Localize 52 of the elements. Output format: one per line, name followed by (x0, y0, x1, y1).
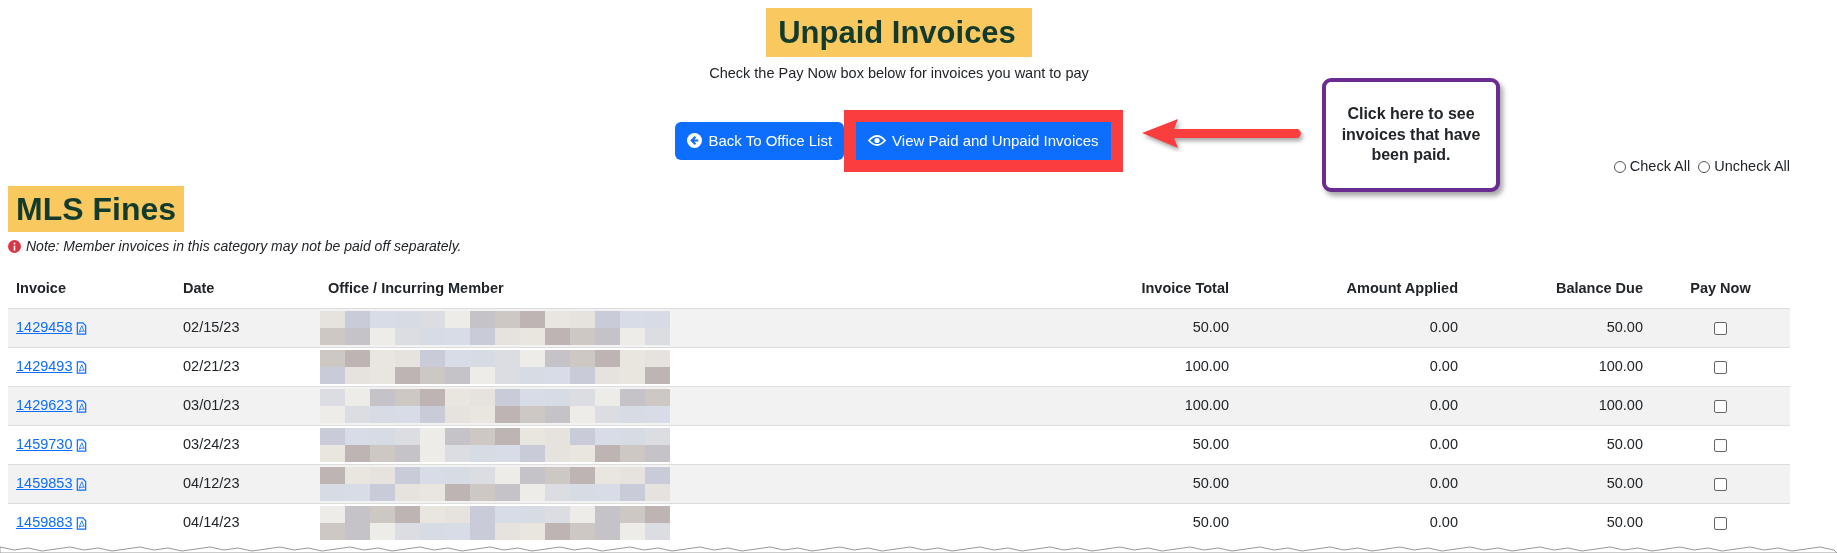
section-heading: MLS Fines (8, 185, 184, 233)
invoice-link[interactable]: 1429458 (16, 318, 73, 335)
invoice-link[interactable]: 1459883 (16, 514, 73, 531)
table-cell: 04/12/23 (175, 464, 320, 504)
instruction-text: Check the Pay Now box below for invoices you want to pay (709, 64, 1089, 84)
uncheck-all-radio[interactable]: Uncheck All (1698, 156, 1790, 178)
view-invoices-button[interactable]: View Paid and Unpaid Invoices (856, 121, 1111, 161)
check-all-radio[interactable]: Check All (1613, 156, 1691, 178)
column-header: Date (175, 270, 320, 309)
pay-now-checkbox[interactable] (1714, 516, 1727, 530)
pdf-icon[interactable] (76, 360, 88, 374)
column-header: Invoice (8, 270, 175, 309)
page-title: Unpaid Invoices (766, 8, 1032, 58)
table-cell: 03/01/23 (175, 386, 320, 426)
table-cell: 50.00 (1466, 503, 1651, 543)
pdf-icon[interactable] (76, 321, 88, 335)
column-header: Pay Now (1651, 270, 1790, 309)
table-cell: 50.00 (1000, 308, 1237, 348)
pay-now-checkbox[interactable] (1714, 360, 1727, 374)
back-button[interactable]: Back To Office List (675, 121, 845, 161)
table-cell: 0.00 (1237, 503, 1466, 543)
invoice-link[interactable]: 1429493 (16, 357, 73, 374)
column-header: Office / Incurring Member (320, 270, 1000, 309)
pdf-icon[interactable] (76, 516, 88, 530)
table-cell: 02/15/23 (175, 308, 320, 348)
info-icon (8, 240, 21, 254)
pay-now-checkbox[interactable] (1714, 477, 1727, 491)
table-cell: 50.00 (1000, 464, 1237, 504)
table-cell: 50.00 (1466, 308, 1651, 348)
pdf-icon[interactable] (76, 438, 88, 452)
note-text: Note: Member invoices in this category may not be paid off separately. (26, 237, 462, 257)
table-cell: 100.00 (1466, 386, 1651, 426)
table-cell: 0.00 (1237, 386, 1466, 426)
table-cell: 0.00 (1237, 308, 1466, 348)
invoice-link[interactable]: 1429623 (16, 396, 73, 413)
pay-now-checkbox[interactable] (1714, 399, 1727, 413)
pay-now-checkbox[interactable] (1714, 321, 1727, 335)
table-cell: 50.00 (1466, 464, 1651, 504)
column-header: Balance Due (1466, 270, 1651, 309)
pay-now-checkbox[interactable] (1714, 438, 1727, 452)
invoice-link[interactable]: 1459730 (16, 435, 73, 452)
pdf-icon[interactable] (76, 399, 88, 413)
pdf-icon[interactable] (76, 477, 88, 491)
invoice-link[interactable]: 1459853 (16, 474, 73, 491)
table-cell: 100.00 (1000, 386, 1237, 426)
table-cell: 0.00 (1237, 464, 1466, 504)
table-cell: 50.00 (1000, 503, 1237, 543)
arrow-left-circle-icon (687, 133, 703, 149)
column-header: Amount Applied (1237, 270, 1466, 309)
eye-icon (868, 134, 887, 148)
column-header: Invoice Total (1000, 270, 1237, 309)
callout-note: Click here to see invoices that have been paid. (1322, 78, 1500, 192)
